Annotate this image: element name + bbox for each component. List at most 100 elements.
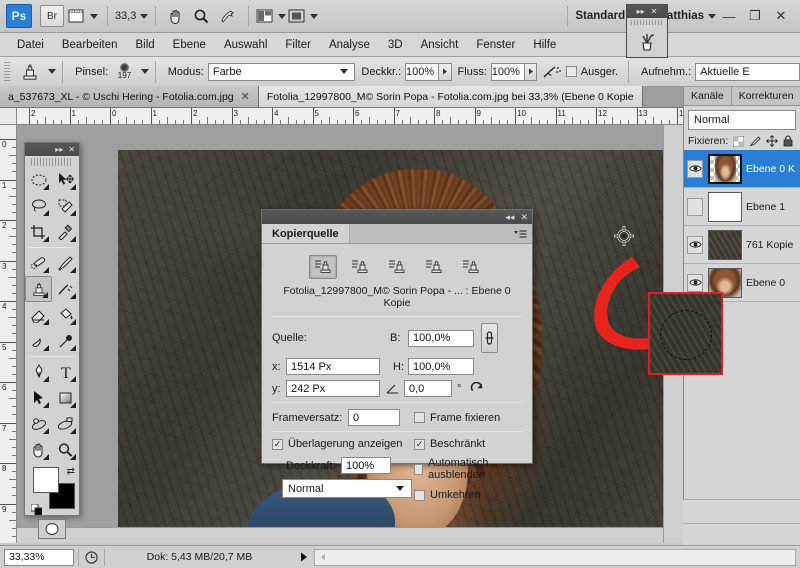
overlay-blend-mode-select[interactable]: Normal xyxy=(282,479,412,498)
clipped-checkbox-group[interactable]: ✓ Beschränkt xyxy=(414,438,522,450)
floating-tools-panel[interactable]: ▸▸ ✕ xyxy=(626,4,668,58)
tool-type[interactable]: T xyxy=(52,359,79,385)
overlay-opacity-input[interactable]: 100% xyxy=(341,457,391,474)
tool-quick-selection[interactable] xyxy=(52,193,79,219)
tool-elliptical-marquee[interactable] xyxy=(25,167,52,193)
tool-eyedropper[interactable] xyxy=(52,219,79,245)
menu-bearbeiten[interactable]: Bearbeiten xyxy=(53,37,127,53)
overlay-checkbox-group[interactable]: ✓ Überlagerung anzeigen xyxy=(272,438,414,450)
active-tool-preview[interactable] xyxy=(16,60,44,84)
restore-button[interactable]: ❐ xyxy=(742,4,768,28)
clone-source-panel[interactable]: ◂◂ ✕ Kopierquelle Fotolia_12997800_M© So… xyxy=(261,209,533,501)
status-timing-button[interactable] xyxy=(78,548,104,566)
clone-source-button-2[interactable] xyxy=(346,255,374,279)
collapse-icon[interactable]: ◂◂ xyxy=(505,212,514,222)
menu-ebene[interactable]: Ebene xyxy=(164,37,215,53)
status-zoom-input[interactable]: 33,33% xyxy=(4,548,74,566)
opacity-input[interactable]: 100% xyxy=(405,62,440,81)
brush-preview[interactable]: 197 xyxy=(112,63,137,80)
x-input[interactable]: 1514 Px xyxy=(286,358,380,375)
tool-preset-chevron-icon[interactable] xyxy=(48,69,57,74)
tools-palette-grip[interactable] xyxy=(31,158,73,166)
lockframe-checkbox[interactable] xyxy=(414,412,425,423)
screen-mode-button[interactable] xyxy=(288,5,319,27)
layer-visibility-toggle-0[interactable] xyxy=(686,159,704,179)
tool-rectangle[interactable] xyxy=(52,385,79,411)
close-icon[interactable]: ✕ xyxy=(520,212,528,222)
layer-visibility-toggle-1[interactable] xyxy=(686,197,704,217)
menu-ansicht[interactable]: Ansicht xyxy=(412,37,468,53)
tool-path-selection[interactable] xyxy=(25,385,52,411)
tool-eraser[interactable] xyxy=(25,302,52,328)
clone-source-button-1[interactable] xyxy=(309,255,337,279)
ruler-corner[interactable] xyxy=(0,108,17,125)
lockframe-checkbox-group[interactable]: Frame fixieren xyxy=(414,412,500,424)
mode-select[interactable]: Farbe xyxy=(207,62,356,81)
tab-korrekturen[interactable]: Korrekturen xyxy=(731,87,800,105)
autohide-checkbox-group[interactable]: Automatisch ausblenden xyxy=(414,457,522,481)
vertical-ruler[interactable]: 0 1 2 3 4 5 6 7 8 9 xyxy=(0,125,17,543)
layer-thumbnail-0[interactable] xyxy=(708,153,742,184)
menu-hilfe[interactable]: Hilfe xyxy=(524,37,565,53)
tool-move[interactable] xyxy=(52,167,79,193)
layer-row-1[interactable]: Ebene 1 xyxy=(684,188,800,226)
tool-clone-stamp[interactable] xyxy=(25,276,52,302)
tool-brush[interactable] xyxy=(52,250,79,276)
tool-hand[interactable] xyxy=(25,437,52,463)
floating-panel-body[interactable] xyxy=(627,27,667,57)
layer-thumbnail-2[interactable] xyxy=(708,229,742,260)
tool-history-brush[interactable] xyxy=(52,276,79,302)
menu-auswahl[interactable]: Auswahl xyxy=(215,37,276,53)
y-input[interactable]: 242 Px xyxy=(286,380,380,397)
options-bar-grip[interactable] xyxy=(4,61,10,82)
brush-chevron-icon[interactable] xyxy=(140,69,149,74)
document-tab-2[interactable]: Fotolia_12997800_M© Sorin Popa - Fotolia… xyxy=(258,86,643,107)
tab-kopierquelle[interactable]: Kopierquelle xyxy=(262,224,350,243)
tool-paint-bucket[interactable] xyxy=(52,302,79,328)
default-colors-icon[interactable] xyxy=(31,504,42,515)
airbrush-button[interactable] xyxy=(537,60,565,84)
opacity-slider-button[interactable] xyxy=(439,62,452,81)
clone-source-button-4[interactable] xyxy=(420,255,448,279)
horizontal-ruler[interactable]: 2101234567891011121314 xyxy=(17,108,683,125)
minimize-button[interactable]: — xyxy=(716,4,742,28)
floating-panel-grip[interactable] xyxy=(631,20,663,25)
bridge-button[interactable]: Br xyxy=(40,5,64,27)
close-icon[interactable]: ✕ xyxy=(241,90,250,103)
tool-lasso[interactable] xyxy=(25,193,52,219)
lock-position-icon[interactable] xyxy=(766,135,779,147)
quick-mask-button[interactable] xyxy=(38,519,66,539)
clone-source-button-5[interactable] xyxy=(457,255,485,279)
aligned-checkbox[interactable] xyxy=(565,66,577,77)
layer-thumbnail-1[interactable] xyxy=(708,191,742,222)
swap-colors-icon[interactable]: ⇄ xyxy=(67,466,75,477)
status-menu-button[interactable] xyxy=(294,552,314,562)
tool-blur[interactable] xyxy=(25,328,52,354)
height-input[interactable]: 100,0% xyxy=(408,358,474,375)
floating-panel-header[interactable]: ▸▸ ✕ xyxy=(627,5,667,18)
aligned-checkbox-group[interactable]: Ausger. xyxy=(565,66,622,78)
clone-source-titlebar[interactable]: ◂◂ ✕ xyxy=(262,210,532,224)
tool-3d-rotate[interactable] xyxy=(25,411,52,437)
frameoffset-input[interactable]: 0 xyxy=(348,409,400,426)
flow-input[interactable]: 100% xyxy=(490,62,525,81)
zoom-tool-button[interactable] xyxy=(189,5,213,27)
menu-bild[interactable]: Bild xyxy=(126,37,163,53)
mini-bridge-button[interactable] xyxy=(68,5,98,27)
appbar-zoom-chevron-icon[interactable] xyxy=(140,13,149,19)
tool-zoom[interactable] xyxy=(52,437,79,463)
foreground-color-swatch[interactable] xyxy=(33,467,59,493)
menu-filter[interactable]: Filter xyxy=(276,37,320,53)
lock-image-icon[interactable] xyxy=(749,135,761,147)
lock-all-icon[interactable] xyxy=(783,135,793,147)
clone-source-button-3[interactable] xyxy=(383,255,411,279)
tool-3d-camera-orbit[interactable] xyxy=(52,411,79,437)
layer-row-0[interactable]: Ebene 0 K xyxy=(684,150,800,188)
reset-transform-button[interactable] xyxy=(470,381,484,396)
tool-pen[interactable] xyxy=(25,359,52,385)
menu-datei[interactable]: Datei xyxy=(8,37,53,53)
canvas-horizontal-scrollbar[interactable] xyxy=(17,527,663,543)
layer-blend-mode-select[interactable]: Normal xyxy=(688,110,796,130)
tool-dodge[interactable] xyxy=(52,328,79,354)
tab-kanaele[interactable]: Kanäle xyxy=(684,87,732,105)
